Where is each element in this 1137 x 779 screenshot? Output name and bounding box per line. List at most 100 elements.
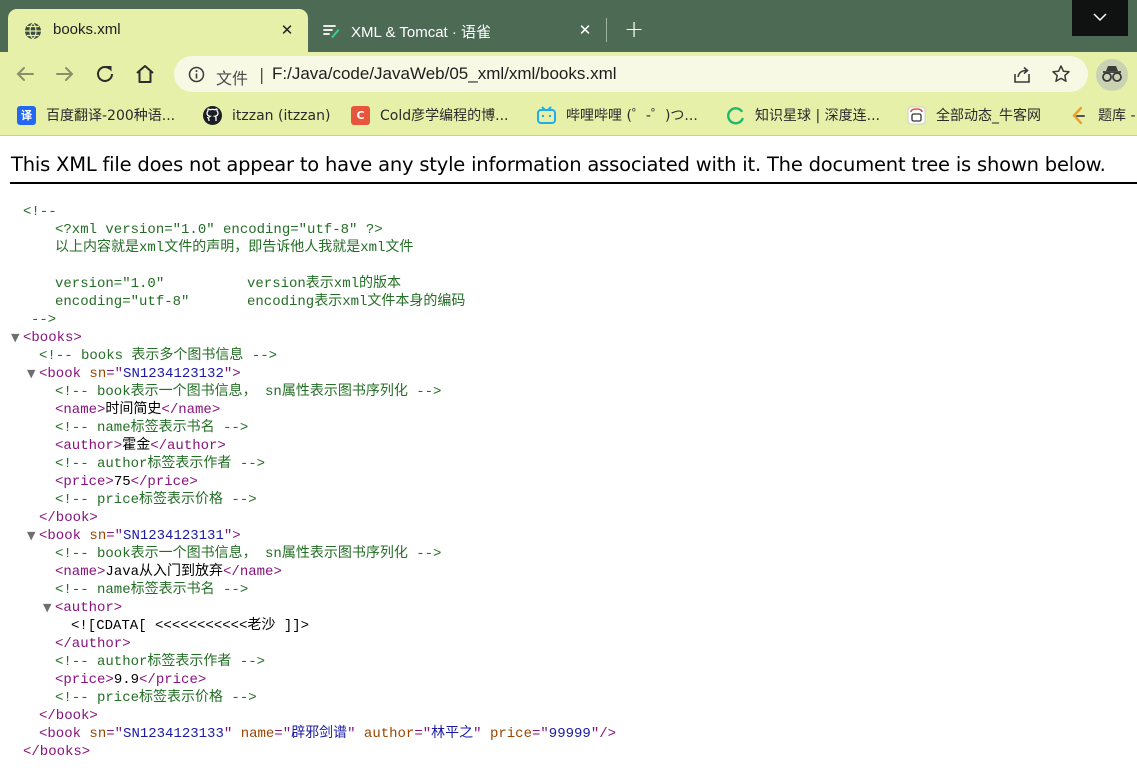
attr-name: name (240, 726, 275, 742)
bookmark-label: 题库 - (1098, 108, 1136, 124)
share-icon[interactable] (1012, 65, 1032, 85)
tag-text: <price> (55, 672, 114, 688)
book-close-tag: </book> (39, 510, 98, 526)
tag-text: " (223, 726, 241, 742)
tag-text: <book (39, 726, 90, 742)
books-close-tag: </books> (23, 744, 91, 760)
browser-toolbar: 文件 | F:/Java/code/JavaWeb/05_xml/xml/boo… (0, 52, 1137, 96)
tag-text: =" (414, 726, 432, 742)
url-scheme-label: 文件 (216, 69, 249, 88)
xml-comment-line: version="1.0" (55, 276, 165, 292)
info-icon[interactable] (188, 66, 205, 83)
xml-comment-line: <?xml version="1.0" encoding="utf-8" ?> (55, 222, 383, 238)
attr-name: sn (89, 726, 107, 742)
bookmark-label: 百度翻译-200种语... (46, 108, 176, 124)
tag-text: <book (39, 366, 90, 382)
collapse-toggle-icon[interactable]: ▼ (11, 329, 23, 347)
book-close-tag: </book> (39, 708, 98, 724)
tag-text: =" (106, 726, 124, 742)
attr-value: 99999 (548, 726, 591, 742)
leetcode-icon (1072, 106, 1085, 125)
author-open-tag: <author> (55, 600, 123, 616)
tag-text: =" (531, 726, 549, 742)
bilibili-icon (537, 106, 556, 124)
text-node: 霍金 (122, 438, 151, 454)
attr-value: SN1234123131 (123, 528, 224, 544)
back-arrow-icon[interactable] (13, 62, 37, 86)
text-node: 75 (113, 474, 131, 490)
tag-text: </name> (161, 402, 221, 418)
profile-avatar[interactable] (1096, 59, 1128, 91)
page-content: This XML file does not appear to have an… (0, 137, 1137, 779)
tag-text: "> (223, 366, 241, 382)
xml-comment-open: <!-- (23, 204, 57, 220)
tab-yuque[interactable]: XML & Tomcat · 语雀 ✕ (312, 9, 604, 52)
tag-text: "/> (590, 726, 617, 742)
xml-comment: <!-- book表示一个图书信息， sn属性表示图书序列化 --> (55, 384, 442, 400)
attr-name: author (363, 726, 415, 742)
attr-name: sn (89, 528, 107, 544)
collapse-toggle-icon[interactable]: ▼ (27, 527, 39, 545)
tag-text: <name> (55, 402, 106, 418)
xml-comment: <!-- price标签表示价格 --> (55, 690, 257, 706)
nowcoder-icon (907, 106, 926, 125)
close-tab-icon[interactable]: ✕ (576, 21, 594, 39)
xml-comment: <!-- books 表示多个图书信息 --> (39, 348, 278, 364)
collapse-toggle-icon[interactable]: ▼ (27, 365, 39, 383)
bookmark-label: 知识星球 | 深度连... (755, 108, 880, 124)
xml-comment: <!-- author标签表示作者 --> (55, 456, 266, 472)
price-element: <price>75</price> (55, 473, 198, 491)
reload-icon[interactable] (93, 62, 117, 86)
tab-search-button[interactable] (1072, 0, 1128, 36)
tab-title: XML & Tomcat · 语雀 (351, 24, 492, 41)
xml-comment-line: encoding="utf-8" (55, 294, 190, 310)
tag-text: =" (106, 366, 124, 382)
home-icon[interactable] (133, 62, 157, 86)
bookmark-label: itzzan (itzzan) (232, 108, 331, 124)
tab-title: books.xml (53, 21, 121, 38)
xml-comment-close: --> (31, 312, 57, 328)
book-open-tag: <book sn="SN1234123131"> (39, 527, 241, 545)
address-bar[interactable]: 文件 | F:/Java/code/JavaWeb/05_xml/xml/boo… (174, 56, 1088, 92)
text-node: Java从入门到放弃 (105, 564, 224, 580)
attr-value: SN1234123132 (123, 366, 224, 382)
tag-text: " (347, 726, 364, 742)
author-close-tag: </author> (55, 636, 131, 652)
tag-text: </price> (139, 672, 207, 688)
tab-separator (606, 18, 607, 42)
xml-comment: <!-- name标签表示书名 --> (55, 582, 249, 598)
name-element: <name>时间简史</name> (55, 401, 220, 419)
book-open-tag: <book sn="SN1234123132"> (39, 365, 241, 383)
price-element: <price>9.9</price> (55, 671, 206, 689)
forward-arrow-icon[interactable] (53, 62, 77, 86)
name-element: <name>Java从入门到放弃</name> (55, 563, 282, 581)
close-tab-icon[interactable]: ✕ (278, 21, 296, 39)
tag-text: "> (223, 528, 241, 544)
bookmark-label: 哔哩哔哩 (゜-゜)つ... (566, 108, 698, 124)
csdn-icon: C (351, 106, 370, 125)
xml-comment: <!-- book表示一个图书信息， sn属性表示图书序列化 --> (55, 546, 442, 562)
tab-books-xml[interactable]: books.xml ✕ (8, 9, 308, 52)
xml-comment: <!-- author标签表示作者 --> (55, 654, 266, 670)
tag-text: <book (39, 528, 90, 544)
bookmark-label: Cold彦学编程的博... (380, 108, 509, 124)
bookmark-star-icon[interactable] (1051, 64, 1071, 84)
attr-name: price (489, 726, 532, 742)
chevron-down-icon (1093, 13, 1107, 22)
collapse-toggle-icon[interactable]: ▼ (43, 599, 55, 617)
globe-icon (25, 22, 41, 40)
url-text[interactable]: F:/Java/code/JavaWeb/05_xml/xml/books.xm… (272, 64, 617, 84)
new-tab-plus-icon[interactable]: + (621, 16, 647, 42)
xml-comment-line: encoding表示xml文件本身的编码 (247, 294, 466, 310)
xml-comment: <!-- name标签表示书名 --> (55, 420, 249, 436)
tag-text: <author> (55, 438, 123, 454)
author-element: <author>霍金</author> (55, 437, 226, 455)
attr-name: sn (89, 366, 107, 382)
text-node: 时间简史 (105, 402, 162, 418)
github-icon (203, 106, 222, 125)
cdata-section: <![CDATA[ <<<<<<<<<<<老沙 ]]> (71, 618, 310, 634)
books-open-tag: <books> (23, 330, 82, 346)
xml-style-notice: This XML file does not appear to have an… (11, 153, 1106, 176)
bookmark-label: 全部动态_牛客网 (936, 108, 1041, 124)
yuque-icon (323, 25, 340, 38)
